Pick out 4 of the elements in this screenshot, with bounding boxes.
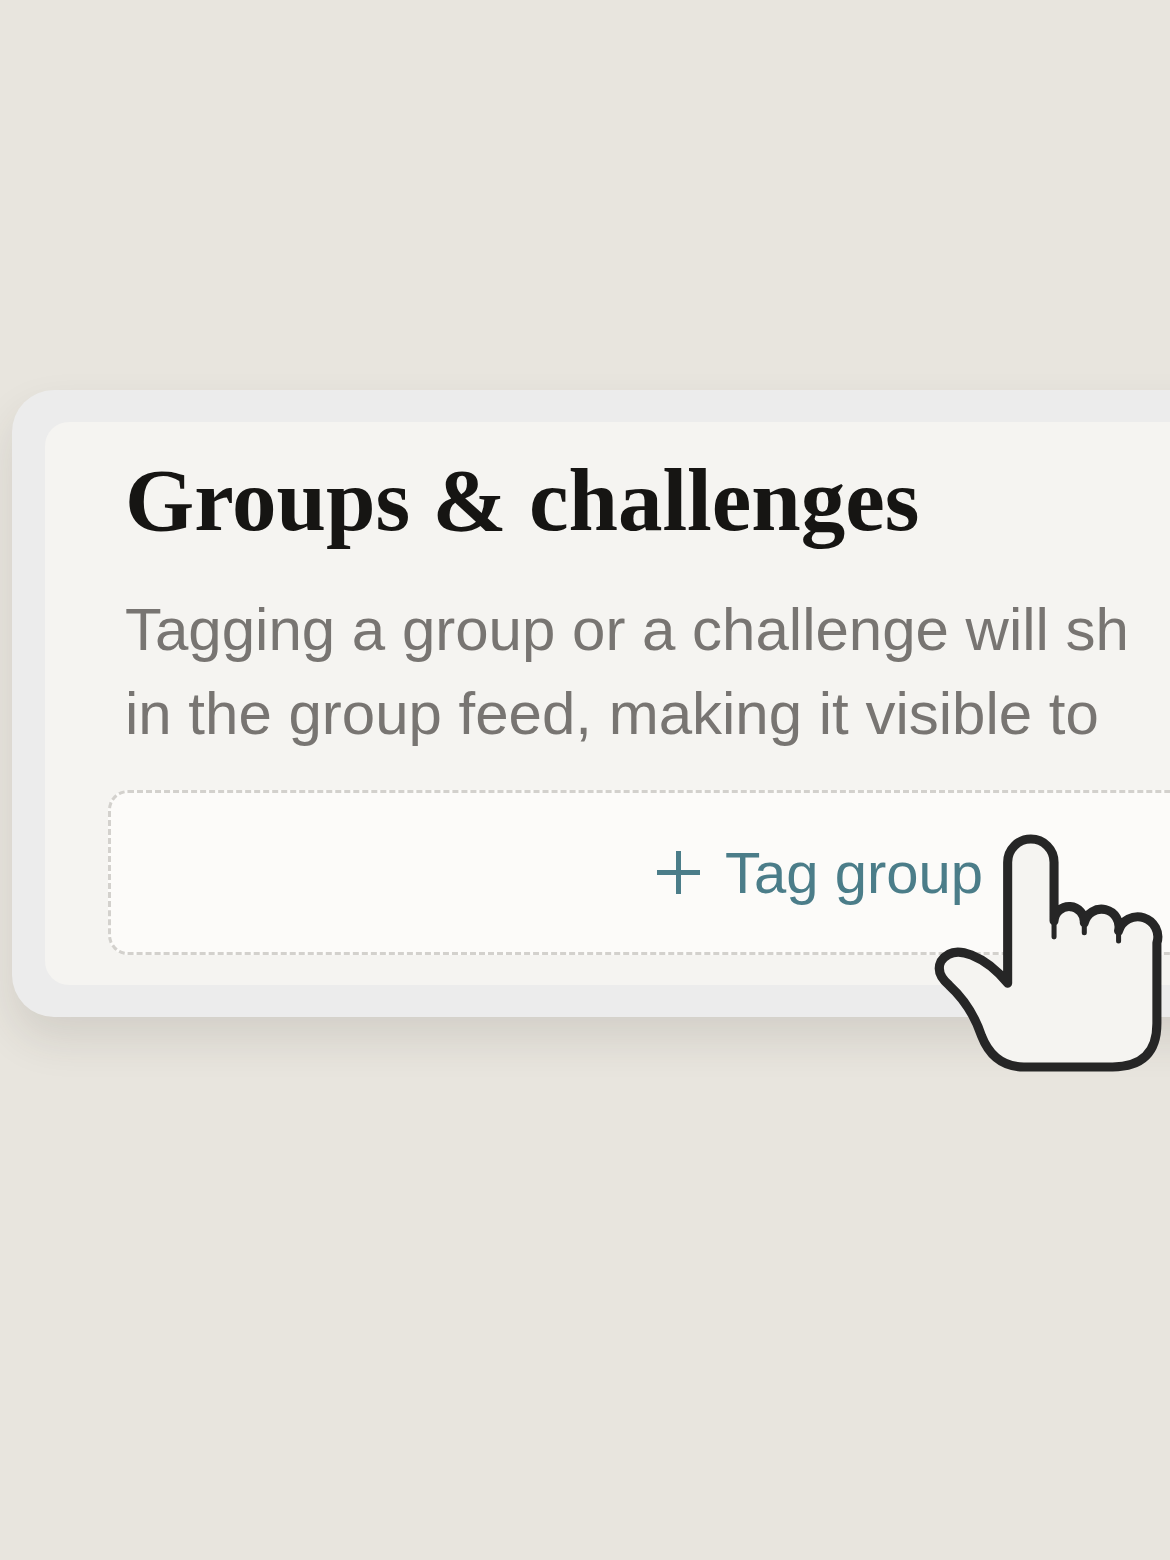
plus-icon [657,850,700,894]
tag-group-button[interactable]: Tag group [108,789,1170,955]
description-text: Tagging a group or a challenge will sh in the group feed, making it visible to [125,594,1129,749]
section-title: Groups & challenges [125,452,920,550]
